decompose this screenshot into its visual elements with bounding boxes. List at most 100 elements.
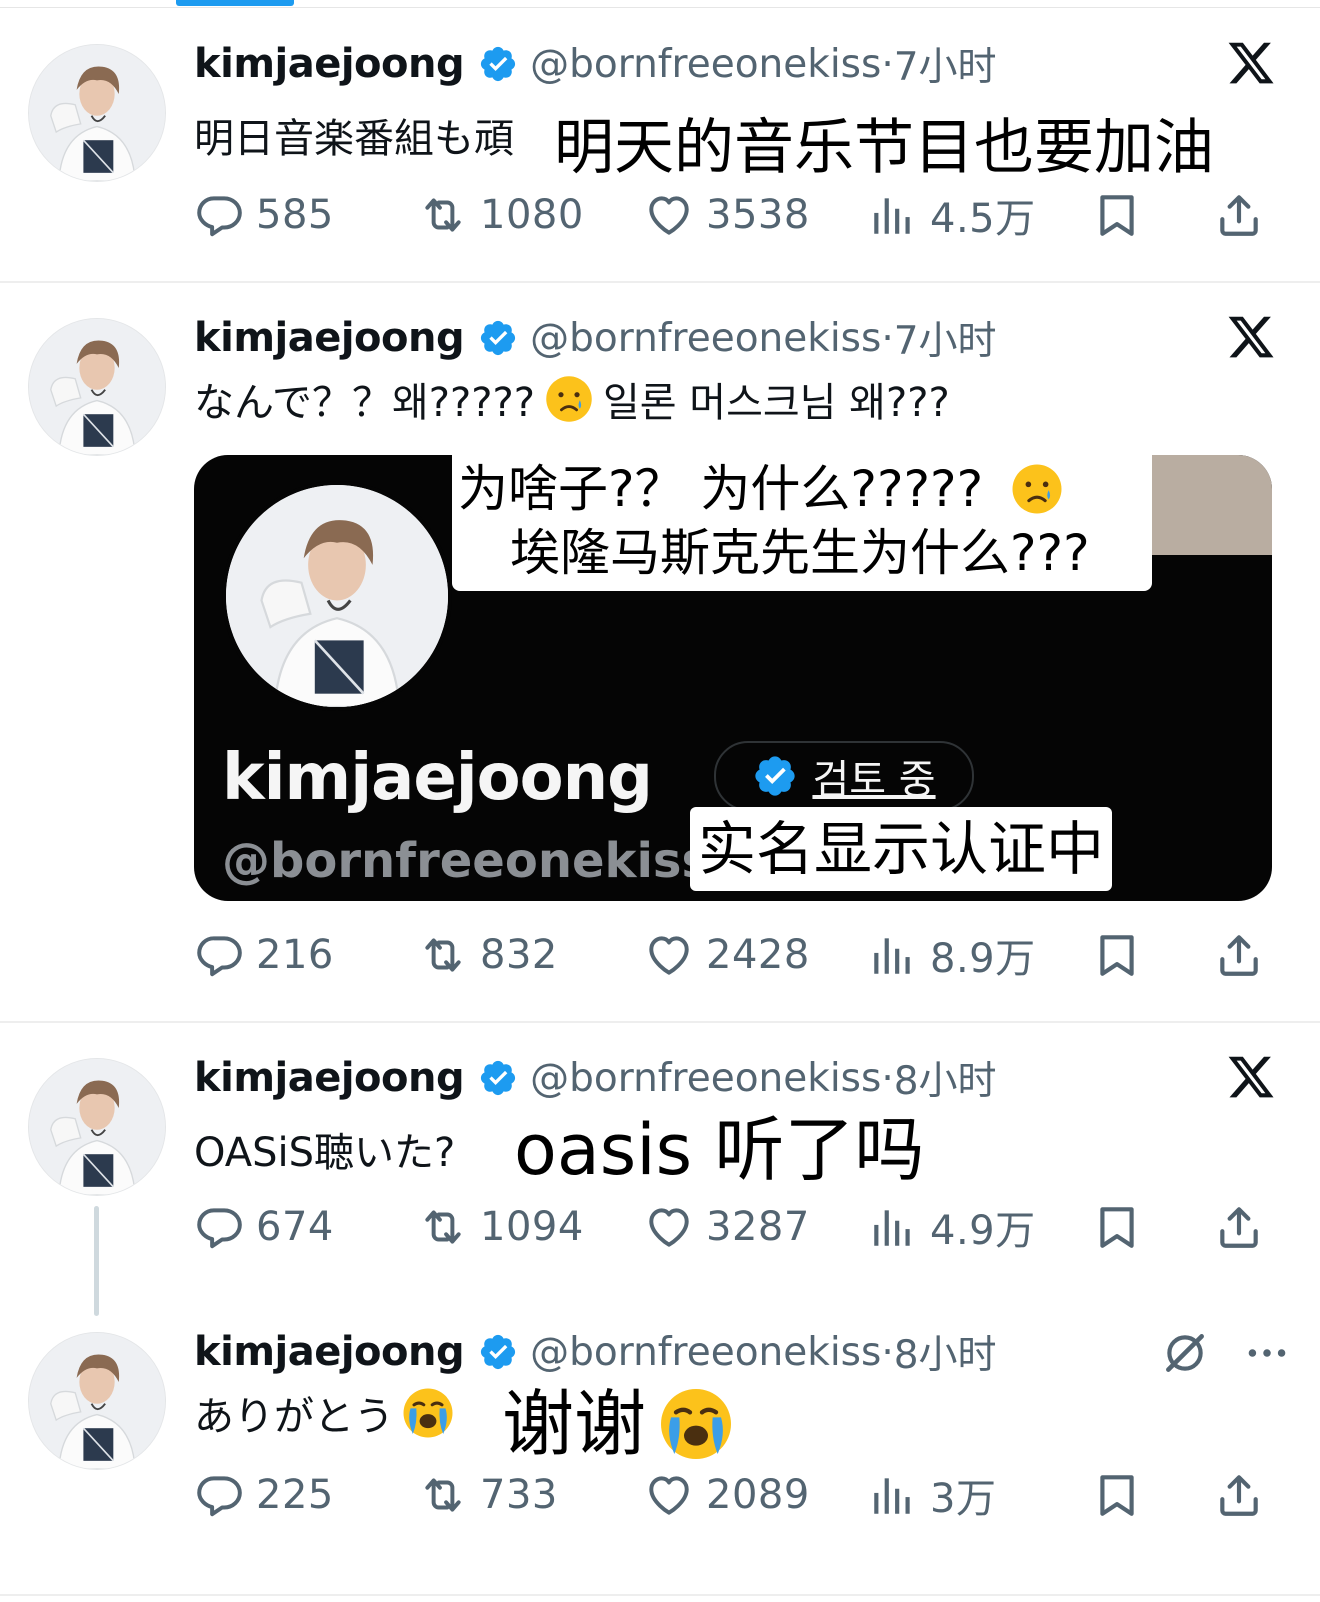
like-icon <box>644 1202 694 1252</box>
bookmark-icon <box>1092 1470 1142 1520</box>
tweet-text: 明日音楽番組も頑 <box>194 116 514 162</box>
separator-dot: · <box>881 1055 894 1101</box>
translation-line-1: 为啥子?？ 为什么????? <box>458 460 984 518</box>
avatar[interactable] <box>28 318 166 456</box>
views-button[interactable]: 3万 <box>868 1460 996 1530</box>
bookmark-button[interactable] <box>1092 1192 1154 1262</box>
like-button[interactable]: 3287 <box>644 1192 810 1262</box>
reply-count: 674 <box>256 1204 334 1250</box>
reply-count: 225 <box>256 1472 334 1518</box>
reply-icon <box>194 190 244 240</box>
like-count: 3287 <box>706 1204 810 1250</box>
retweet-count: 733 <box>480 1472 558 1518</box>
share-icon <box>1214 1470 1264 1520</box>
views-count: 4.9万 <box>930 1208 1036 1254</box>
share-button[interactable] <box>1214 180 1276 250</box>
bookmark-button[interactable] <box>1092 180 1154 250</box>
reply-icon <box>194 1470 244 1520</box>
tweet-actions: 216 832 2428 8.9万 <box>0 920 1320 990</box>
bookmark-button[interactable] <box>1092 1460 1154 1530</box>
reply-button[interactable]: 225 <box>194 1460 334 1530</box>
handle[interactable]: @bornfreeonekiss <box>530 316 881 361</box>
like-button[interactable]: 2089 <box>644 1460 810 1530</box>
views-count: 8.9万 <box>930 936 1036 982</box>
share-button[interactable] <box>1214 1460 1276 1530</box>
reply-button[interactable]: 674 <box>194 1192 334 1262</box>
card-display-name: kimjaejoong <box>222 741 653 815</box>
bookmark-icon <box>1092 1202 1142 1252</box>
retweet-button[interactable]: 832 <box>418 920 558 990</box>
translation-overlay: oasis 听了吗 <box>508 1100 931 1200</box>
reply-icon <box>194 1202 244 1252</box>
tweet-2[interactable]: kimjaejoong @bornfreeonekiss · 7小时 なんで？？… <box>0 284 1320 1022</box>
share-icon <box>1214 1202 1264 1252</box>
x-logo-icon <box>1226 1052 1276 1102</box>
share-icon <box>1214 190 1264 240</box>
views-count: 4.5万 <box>930 196 1036 242</box>
timestamp[interactable]: 7小时 <box>894 310 997 366</box>
views-button[interactable]: 8.9万 <box>868 920 1036 990</box>
crying-face-icon <box>1009 461 1065 517</box>
tweet-header: kimjaejoong @bornfreeonekiss · 7小时 <box>194 310 997 366</box>
display-name[interactable]: kimjaejoong <box>194 315 465 361</box>
verified-badge-icon <box>478 44 518 84</box>
views-button[interactable]: 4.5万 <box>868 180 1036 250</box>
tweet-3[interactable]: kimjaejoong @bornfreeonekiss · 8小时 OASiS… <box>0 1024 1320 1316</box>
tweet-text-part-2: 일론 머스크님 왜??? <box>602 380 950 426</box>
translation-overlay-badge: 实名显示认证中 <box>690 807 1113 891</box>
reply-button[interactable]: 585 <box>194 180 334 250</box>
tweet-text: なんで？？왜????? 일론 머스크님 왜??? <box>194 370 950 428</box>
display-name[interactable]: kimjaejoong <box>194 41 465 87</box>
tweet-actions: 585 1080 3538 4.5万 <box>0 180 1320 250</box>
share-icon <box>1214 930 1264 980</box>
grok-icon[interactable] <box>1160 1328 1210 1378</box>
timestamp[interactable]: 7小时 <box>894 36 997 92</box>
retweet-button[interactable]: 733 <box>418 1460 558 1530</box>
like-count: 2089 <box>706 1472 810 1518</box>
bookmark-button[interactable] <box>1092 920 1154 990</box>
handle[interactable]: @bornfreeonekiss <box>530 42 881 87</box>
retweet-button[interactable]: 1080 <box>418 180 584 250</box>
retweet-button[interactable]: 1094 <box>418 1192 584 1262</box>
timestamp[interactable]: 8小时 <box>894 1050 997 1106</box>
tweet-text-part-1: なんで？？왜????? <box>194 380 535 426</box>
avatar[interactable] <box>28 1058 166 1196</box>
avatar[interactable] <box>28 44 166 182</box>
tweet-header: kimjaejoong @bornfreeonekiss · 7小时 <box>194 36 997 92</box>
tweet-4[interactable]: kimjaejoong @bornfreeonekiss · 8小时 ありがとう… <box>0 1298 1320 1598</box>
x-logo-icon <box>1226 312 1276 362</box>
like-button[interactable]: 3538 <box>644 180 810 250</box>
retweet-icon <box>418 930 468 980</box>
handle[interactable]: @bornfreeonekiss <box>530 1056 881 1101</box>
separator-dot: · <box>881 41 894 87</box>
tweet-header: kimjaejoong @bornfreeonekiss · 8小时 <box>194 1050 997 1106</box>
tweet-divider <box>0 1021 1320 1023</box>
display-name[interactable]: kimjaejoong <box>194 1329 465 1375</box>
reply-count: 216 <box>256 932 334 978</box>
like-button[interactable]: 2428 <box>644 920 810 990</box>
more-icon[interactable] <box>1242 1328 1292 1378</box>
tweet-actions: 225 733 2089 3万 <box>0 1460 1320 1530</box>
tweet-divider <box>0 281 1320 283</box>
share-button[interactable] <box>1214 1192 1276 1262</box>
tweet-1[interactable]: kimjaejoong @bornfreeonekiss · 7小时 明日音楽番… <box>0 0 1320 282</box>
handle[interactable]: @bornfreeonekiss <box>530 1330 881 1375</box>
views-icon <box>868 190 918 240</box>
like-icon <box>644 1470 694 1520</box>
like-count: 3538 <box>706 192 810 238</box>
timestamp[interactable]: 8小时 <box>894 1324 997 1380</box>
reply-button[interactable]: 216 <box>194 920 334 990</box>
separator-dot: · <box>881 315 894 361</box>
tweet-actions: 674 1094 3287 4.9万 <box>0 1192 1320 1262</box>
share-button[interactable] <box>1214 920 1276 990</box>
reply-count: 585 <box>256 192 334 238</box>
views-button[interactable]: 4.9万 <box>868 1192 1036 1262</box>
loudly-crying-face-icon <box>656 1384 736 1464</box>
review-label: 검토 중 <box>812 757 936 803</box>
like-icon <box>644 930 694 980</box>
avatar[interactable] <box>28 1332 166 1470</box>
profile-screenshot-card[interactable]: kimjaejoong @bornfreeonekiss 검토 중 为啥子?？ … <box>194 455 1272 901</box>
display-name[interactable]: kimjaejoong <box>194 1055 465 1101</box>
crying-face-icon <box>543 373 595 425</box>
review-status-pill: 검토 중 <box>714 741 974 811</box>
